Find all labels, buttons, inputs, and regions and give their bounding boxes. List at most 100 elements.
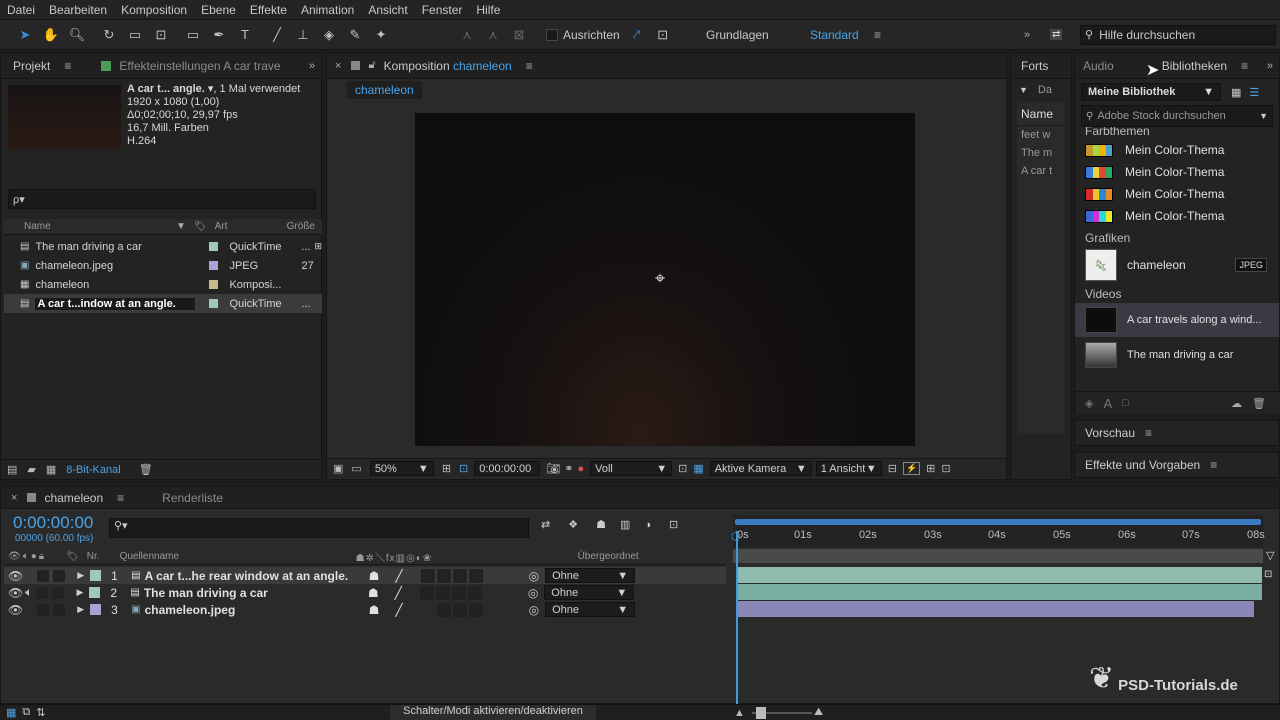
- layer-label-swatch[interactable]: [89, 587, 101, 598]
- timeline-zoom-handle[interactable]: [756, 707, 766, 719]
- expand-icon[interactable]: ▶: [77, 604, 84, 615]
- flowchart-icon[interactable]: ⊡: [941, 462, 950, 475]
- menu-effekte[interactable]: Effekte: [250, 3, 287, 17]
- menu-ebene[interactable]: Ebene: [201, 3, 236, 17]
- column-size[interactable]: Größe: [287, 221, 315, 232]
- always-preview-icon[interactable]: ▣: [333, 462, 343, 475]
- project-search[interactable]: ρ▾: [8, 189, 316, 209]
- project-search-input[interactable]: ρ▾: [13, 193, 25, 206]
- time-ruler[interactable]: 0s 01s 02s 03s 04s 05s 06s 07s 08s: [733, 515, 1265, 547]
- libraries-menu-icon[interactable]: ≡: [1241, 59, 1248, 73]
- project-item[interactable]: ▦ chameleon Komposi...: [4, 275, 322, 294]
- project-item[interactable]: ▤ A car t...indow at an angle. QuickTime…: [4, 294, 322, 313]
- lock-toggle[interactable]: [53, 603, 66, 616]
- timecode-field[interactable]: 0:00:00:00: [474, 461, 541, 476]
- tab-effect-controls[interactable]: Effekteinstellungen A car trave: [111, 59, 288, 73]
- rectangle-tool-icon[interactable]: ▭: [182, 24, 204, 46]
- new-composition-icon[interactable]: ▦: [46, 463, 56, 476]
- parent-select[interactable]: Ohne ▼: [545, 602, 636, 617]
- label-swatch[interactable]: [209, 242, 219, 251]
- menu-datei[interactable]: Datei: [7, 3, 35, 17]
- add-color-icon[interactable]: ◈: [1085, 397, 1093, 410]
- column-type[interactable]: Art: [215, 221, 285, 232]
- quality-switch-icon[interactable]: ╱: [395, 569, 402, 583]
- comp-marker-icon[interactable]: ▽: [1266, 549, 1274, 562]
- stock-search[interactable]: ⚲ Adobe Stock durchsuchen ▼: [1081, 105, 1273, 127]
- project-item[interactable]: ▣ chameleon.jpeg JPEG 27: [4, 256, 322, 275]
- layer-name[interactable]: The man driving a car: [144, 586, 362, 600]
- monitor-icon[interactable]: ▭: [351, 462, 361, 475]
- project-menu-icon[interactable]: ≡: [64, 59, 71, 73]
- color-theme-item[interactable]: Mein Color-Thema: [1075, 139, 1279, 161]
- anchor-point-icon[interactable]: ⌖: [655, 268, 665, 289]
- video-item[interactable]: A car travels along a wind...: [1075, 303, 1279, 337]
- layer-row[interactable]: 👁︎ ▶ 3 ▣ chameleon.jpeg ☗ ╱ ◎ Ohne ▼: [4, 601, 726, 618]
- work-area-bar[interactable]: [735, 519, 1261, 525]
- timeline-search[interactable]: ⚲▾: [109, 518, 529, 538]
- layer-row[interactable]: 👁︎ 🔈︎ ▶ 2 ▤ The man driving a car ☗ ╱ ◎ …: [4, 584, 726, 601]
- layer-label-swatch[interactable]: [90, 570, 102, 581]
- views-select[interactable]: 1 Ansicht ▼: [815, 461, 882, 476]
- quality-switch-icon[interactable]: ╱: [395, 603, 402, 617]
- visibility-icon[interactable]: 👁︎: [8, 603, 23, 617]
- timeline-timecode[interactable]: 0:00:00:00: [13, 513, 93, 533]
- draft-3d-icon[interactable]: ❖: [568, 518, 578, 531]
- video-item[interactable]: The man driving a car: [1075, 337, 1279, 373]
- workspace-standard[interactable]: Standard: [810, 28, 859, 42]
- brush-tool-icon[interactable]: ╱: [266, 24, 288, 46]
- color-theme-item[interactable]: Mein Color-Thema: [1075, 161, 1279, 183]
- tab-project[interactable]: Projekt: [5, 59, 58, 73]
- color-theme-item[interactable]: Mein Color-Thema: [1075, 183, 1279, 205]
- menu-hilfe[interactable]: Hilfe: [476, 3, 500, 17]
- quality-switch-icon[interactable]: ╱: [395, 586, 402, 600]
- tab-composition[interactable]: Komposition chameleon: [376, 59, 520, 73]
- collapse-icon[interactable]: ▼: [1019, 85, 1028, 95]
- zoom-out-icon[interactable]: ▲: [734, 707, 745, 719]
- clone-stamp-tool-icon[interactable]: ⊥: [292, 24, 314, 46]
- stock-search-input[interactable]: Adobe Stock durchsuchen: [1097, 110, 1225, 122]
- bit-depth-button[interactable]: 8-Bit-Kanal: [66, 464, 120, 476]
- pickwhip-icon[interactable]: ◎: [529, 603, 539, 617]
- snap-options-icon[interactable]: ⊡: [652, 24, 674, 46]
- label-swatch[interactable]: [209, 299, 219, 308]
- timing-icon[interactable]: ⇅: [36, 706, 45, 719]
- chevron-down-icon[interactable]: ▼: [1259, 111, 1268, 121]
- layer-bar[interactable]: [738, 584, 1262, 600]
- menu-animation[interactable]: Animation: [301, 3, 354, 17]
- axis-view-icon[interactable]: ⊠: [508, 24, 530, 46]
- column-name[interactable]: Name: [24, 221, 176, 232]
- zoom-in-icon[interactable]: ⛰: [814, 706, 823, 719]
- camera-tool-icon[interactable]: ▭: [124, 24, 146, 46]
- lock-icon[interactable]: 🔓︎: [368, 59, 375, 72]
- progress-row[interactable]: feet w: [1017, 126, 1065, 144]
- effects-menu-icon[interactable]: ≡: [1210, 458, 1217, 472]
- color-theme-item[interactable]: Mein Color-Thema: [1075, 205, 1279, 227]
- tab-audio[interactable]: Audio: [1075, 59, 1122, 73]
- solo-toggle[interactable]: [37, 603, 50, 616]
- preview-menu-icon[interactable]: ≡: [1145, 426, 1152, 440]
- parent-select[interactable]: Ohne ▼: [544, 585, 635, 600]
- fit-icon[interactable]: ⊞: [442, 462, 451, 475]
- timeline-menu-icon[interactable]: ≡: [117, 491, 124, 505]
- expand-icon[interactable]: ▶: [77, 570, 84, 581]
- selection-tool-icon[interactable]: ➤: [14, 24, 36, 46]
- snap-icon[interactable]: ⤤: [626, 24, 648, 46]
- tab-timeline-chameleon[interactable]: chameleon: [36, 491, 111, 505]
- solo-toggle[interactable]: [36, 586, 49, 599]
- shy-switch-icon[interactable]: ☗: [369, 603, 380, 617]
- delete-icon[interactable]: 🗑︎: [1252, 397, 1266, 410]
- progress-row[interactable]: The m: [1017, 144, 1065, 162]
- tab-libraries[interactable]: Bibliotheken: [1154, 59, 1235, 73]
- composition-menu-icon[interactable]: ≡: [526, 59, 533, 73]
- graph-editor-icon[interactable]: ⊡: [669, 518, 678, 531]
- snapshot-icon[interactable]: 📷︎: [546, 462, 560, 475]
- zoom-select[interactable]: 50% ▼: [369, 461, 434, 476]
- type-tool-icon[interactable]: T: [234, 24, 256, 46]
- shy-switch-icon[interactable]: ☗: [368, 586, 379, 600]
- hand-tool-icon[interactable]: ✋: [40, 24, 62, 46]
- pickwhip-icon[interactable]: ◎: [529, 569, 539, 583]
- eraser-tool-icon[interactable]: ◈: [318, 24, 340, 46]
- axis-local-icon[interactable]: ⋏: [456, 24, 478, 46]
- pen-tool-icon[interactable]: ✒: [208, 24, 230, 46]
- audio-icon[interactable]: 🔈︎: [25, 585, 32, 600]
